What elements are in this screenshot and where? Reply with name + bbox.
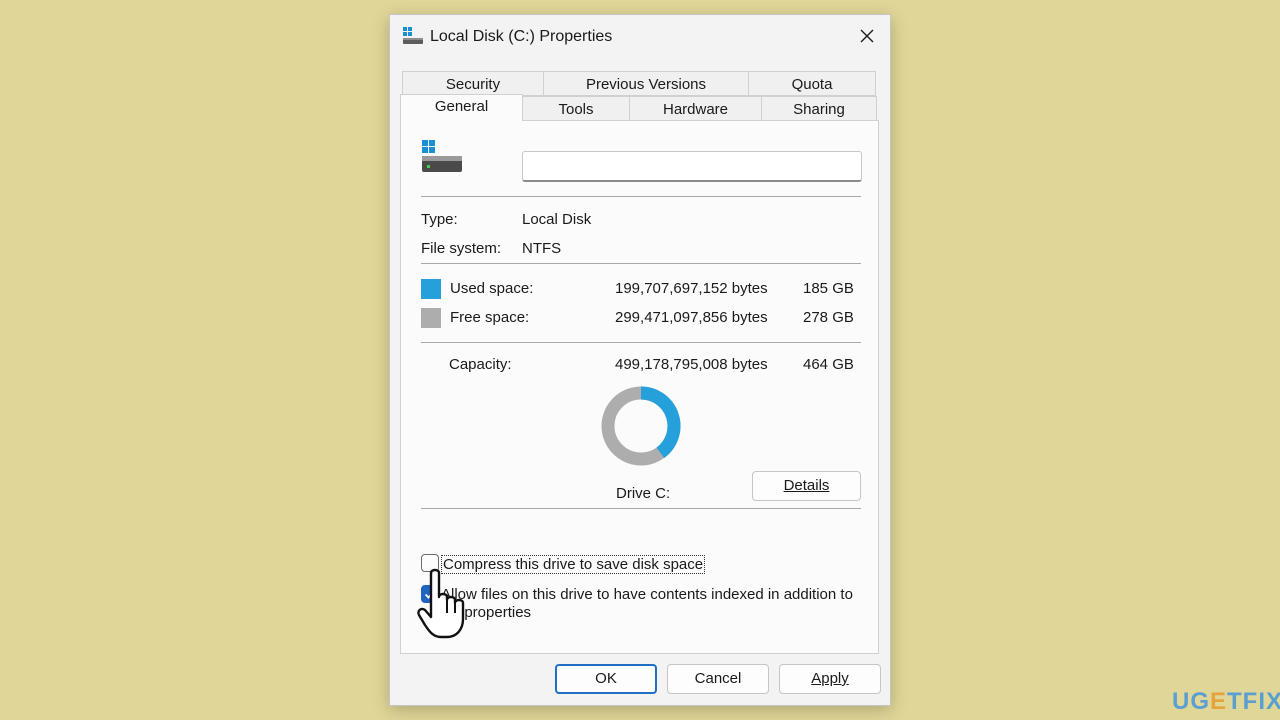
apply-button[interactable]: Apply (779, 664, 881, 694)
index-label-line1[interactable]: Allow files on this drive to have conten… (441, 586, 853, 603)
hand-cursor-icon (417, 568, 465, 639)
used-space-size: 185 GB (803, 280, 854, 297)
drive-icon (403, 27, 423, 44)
free-space-bytes: 299,471,097,856 bytes (615, 309, 768, 326)
divider (421, 342, 861, 343)
free-space-swatch (421, 308, 441, 328)
free-space-size: 278 GB (803, 309, 854, 326)
divider (421, 263, 861, 264)
close-button[interactable] (844, 15, 890, 57)
drive-label: Drive C: (616, 485, 671, 502)
capacity-label: Capacity: (449, 356, 512, 373)
type-value: Local Disk (522, 211, 592, 228)
usage-donut-chart (601, 386, 681, 466)
used-space-bytes: 199,707,697,152 bytes (615, 280, 768, 297)
capacity-bytes: 499,178,795,008 bytes (615, 356, 768, 373)
window-title: Local Disk (C:) Properties (430, 28, 613, 45)
used-space-arc (640, 386, 681, 458)
type-label: Type: (421, 211, 458, 228)
tab-sharing[interactable]: Sharing (761, 96, 877, 121)
tab-quota[interactable]: Quota (748, 71, 876, 96)
watermark-logo: UGETFIX (1172, 688, 1280, 715)
ok-button[interactable]: OK (555, 664, 657, 694)
cancel-button[interactable]: Cancel (667, 664, 769, 694)
tab-security[interactable]: Security (402, 71, 544, 96)
drive-icon-large (422, 140, 462, 172)
used-space-label: Used space: (450, 280, 534, 297)
divider (421, 508, 861, 509)
divider (421, 196, 861, 197)
drive-name-input[interactable] (522, 151, 862, 182)
tab-general[interactable]: General (400, 94, 523, 121)
file-system-value: NTFS (522, 240, 562, 257)
details-button[interactable]: Details (752, 471, 861, 501)
tab-tools[interactable]: Tools (522, 96, 630, 121)
tab-hardware[interactable]: Hardware (629, 96, 762, 121)
title-bar: Local Disk (C:) Properties (390, 15, 890, 61)
capacity-size: 464 GB (803, 356, 854, 373)
properties-dialog: Local Disk (C:) Properties Security Prev… (389, 14, 891, 706)
file-system-label: File system: (421, 240, 502, 257)
free-space-label: Free space: (450, 309, 530, 326)
general-panel: Type: Local Disk File system: NTFS Used … (400, 120, 879, 654)
tab-previous-versions[interactable]: Previous Versions (543, 71, 749, 96)
used-space-swatch (421, 279, 441, 299)
close-icon (860, 29, 874, 43)
